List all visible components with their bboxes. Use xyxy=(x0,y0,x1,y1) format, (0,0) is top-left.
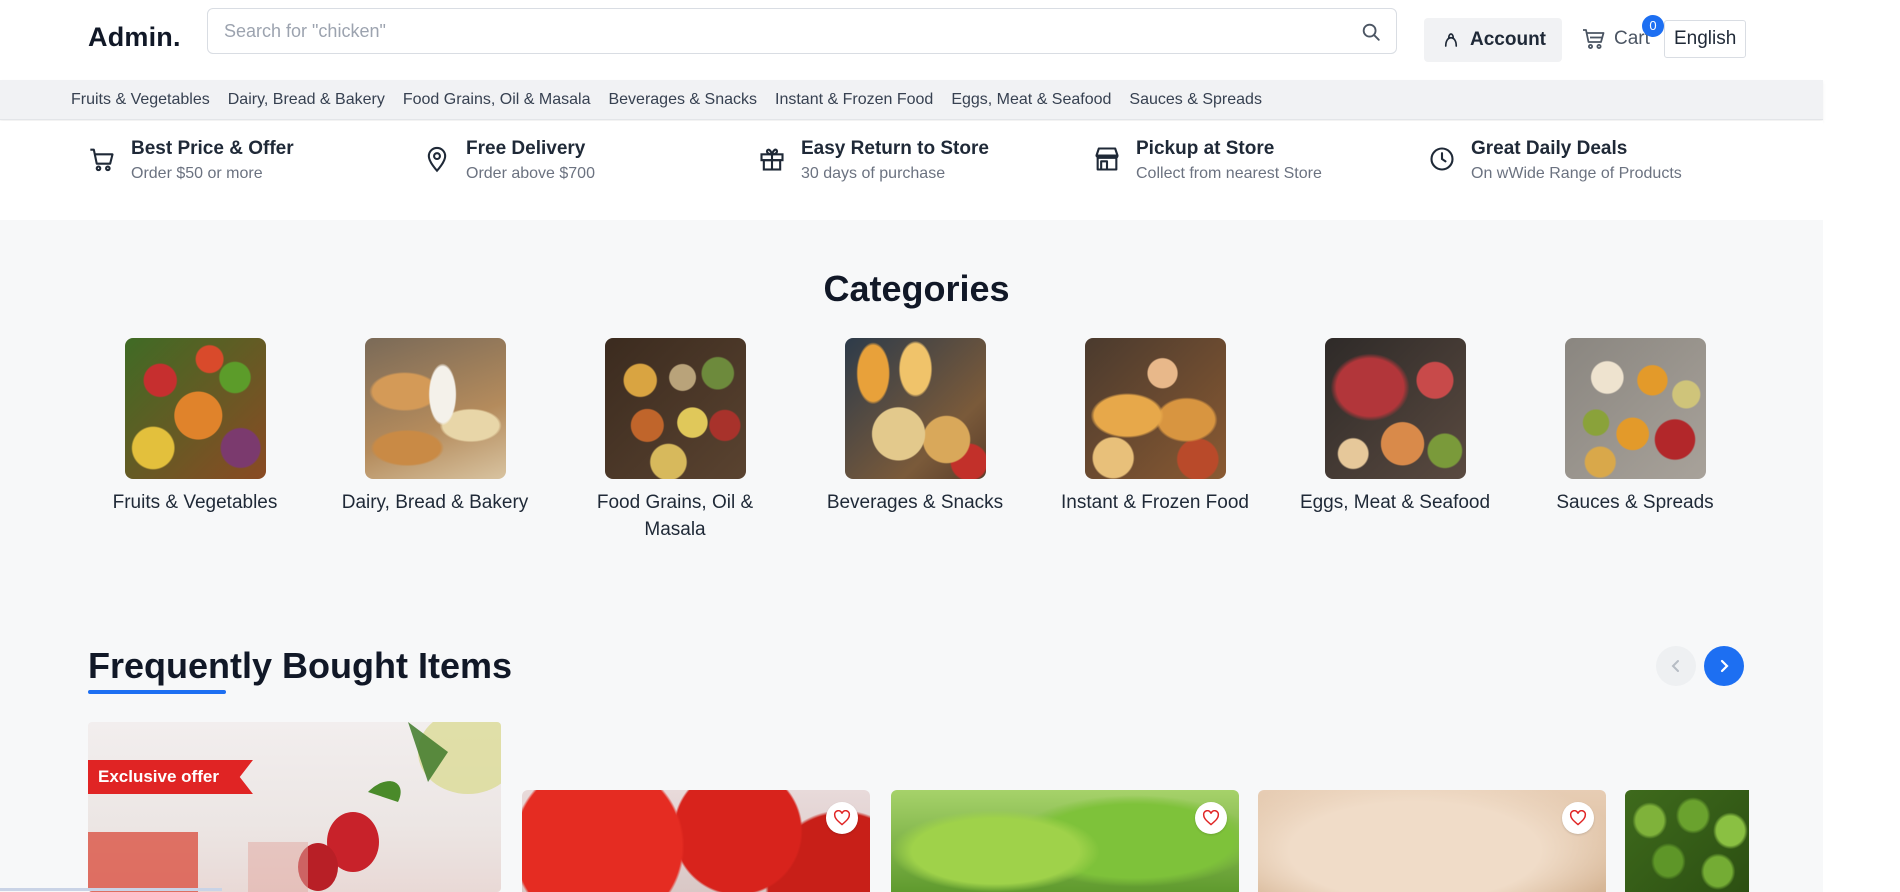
nav-item-food-grains[interactable]: Food Grains, Oil & Masala xyxy=(403,91,591,109)
feature-title: Easy Return to Store xyxy=(801,138,989,159)
heading-underline xyxy=(88,690,226,694)
feature-subtitle: On wWide Range of Products xyxy=(1471,165,1682,182)
carousel-prev-button[interactable] xyxy=(1656,646,1696,686)
nav-item-instant-frozen[interactable]: Instant & Frozen Food xyxy=(775,91,933,109)
site-header: Admin. Account Cart 0 English xyxy=(0,0,1823,80)
nav-item-fruits-vegetables[interactable]: Fruits & Vegetables xyxy=(71,91,210,109)
carousel-next-button[interactable] xyxy=(1704,646,1744,686)
heart-icon xyxy=(1202,810,1220,826)
category-label: Beverages & Snacks xyxy=(826,492,1004,513)
category-card-instant-frozen[interactable]: Instant & Frozen Food xyxy=(1050,338,1260,516)
features-bar: Best Price & Offer Order $50 or more Fre… xyxy=(0,121,1823,220)
category-label: Dairy, Bread & Bakery xyxy=(341,492,529,513)
search-icon[interactable] xyxy=(1360,21,1382,43)
user-icon xyxy=(1444,33,1458,47)
lettuce-image xyxy=(891,790,1239,892)
product-card[interactable] xyxy=(522,790,870,892)
chevron-right-icon xyxy=(1720,659,1729,673)
cart-button[interactable]: Cart 0 xyxy=(1582,15,1664,54)
feature-title: Great Daily Deals xyxy=(1471,138,1628,159)
category-card-food-grains[interactable]: Food Grains, Oil & Masala xyxy=(570,338,780,543)
wishlist-button[interactable] xyxy=(1562,802,1594,834)
chevron-left-icon xyxy=(1671,660,1679,672)
category-label: Sauces & Spreads xyxy=(1556,492,1714,513)
exclusive-offer-badge: Exclusive offer xyxy=(88,760,253,794)
nav-item-eggs-meat-seafood[interactable]: Eggs, Meat & Seafood xyxy=(951,91,1111,109)
feature-subtitle: Order above $700 xyxy=(466,165,595,182)
feature-subtitle: Order $50 or more xyxy=(131,165,263,182)
feature-easy-return: Easy Return to Store 30 days of purchase xyxy=(758,137,989,187)
instant-frozen-food-image xyxy=(1084,338,1226,479)
nav-item-dairy-bread-bakery[interactable]: Dairy, Bread & Bakery xyxy=(228,91,385,109)
strawberry-drink-image xyxy=(88,722,501,892)
category-nav: Fruits & Vegetables Dairy, Bread & Baker… xyxy=(0,80,1823,120)
clock-icon xyxy=(1430,147,1454,171)
category-card-eggs-meat-seafood[interactable]: Eggs, Meat & Seafood xyxy=(1290,338,1500,516)
search-bar xyxy=(207,8,1397,54)
heart-icon xyxy=(1569,810,1587,826)
feature-best-price: Best Price & Offer Order $50 or more xyxy=(88,137,294,187)
product-card[interactable] xyxy=(891,790,1239,892)
feature-subtitle: 30 days of purchase xyxy=(801,165,946,182)
categories-heading: Categories xyxy=(823,268,1010,309)
feature-subtitle: Collect from nearest Store xyxy=(1136,165,1322,182)
category-label: Fruits & Vegetables xyxy=(112,492,278,513)
nav-item-beverages-snacks[interactable]: Beverages & Snacks xyxy=(608,91,757,109)
language-selector[interactable]: English xyxy=(1664,20,1747,58)
exclusive-offer-banner[interactable]: Exclusive offer xyxy=(88,722,501,892)
product-card[interactable] xyxy=(1625,790,1749,892)
wishlist-button[interactable] xyxy=(826,802,858,834)
feature-title: Best Price & Offer xyxy=(131,138,294,159)
location-pin-icon xyxy=(427,146,447,173)
category-card-beverages-snacks[interactable]: Beverages & Snacks xyxy=(810,338,1020,516)
account-label: Account xyxy=(1470,29,1546,50)
tomatoes-image xyxy=(522,790,870,892)
category-label: Instant & Frozen Food xyxy=(1061,492,1249,513)
feature-title: Pickup at Store xyxy=(1136,138,1275,159)
cart-icon xyxy=(1583,29,1605,49)
category-card-fruits-vegetables[interactable]: Fruits & Vegetables xyxy=(90,338,300,516)
category-label: Eggs, Meat & Seafood xyxy=(1299,492,1491,513)
fruits-vegetables-image xyxy=(124,338,266,479)
wishlist-button[interactable] xyxy=(1195,802,1227,834)
sauces-spreads-image xyxy=(1564,338,1706,479)
category-card-sauces-spreads[interactable]: Sauces & Spreads xyxy=(1530,338,1740,516)
category-label: Food Grains, Oil & Masala xyxy=(596,492,754,540)
site-logo[interactable]: Admin. xyxy=(88,22,181,53)
store-icon xyxy=(1095,147,1119,171)
feature-free-delivery: Free Delivery Order above $700 xyxy=(423,137,595,187)
food-grains-oil-masala-image xyxy=(604,338,746,479)
main-content: Categories Fruits & Vegetables Dairy, Br… xyxy=(0,220,1823,892)
dairy-bread-bakery-image xyxy=(364,338,506,479)
cart-icon xyxy=(90,148,114,172)
flour-image xyxy=(1258,790,1606,892)
feature-title: Free Delivery xyxy=(466,138,586,159)
green-olives-image xyxy=(1625,790,1749,892)
horizontal-scrollbar[interactable] xyxy=(0,888,222,891)
search-input[interactable] xyxy=(224,9,1344,53)
beverages-snacks-image xyxy=(844,338,986,479)
category-card-dairy-bread-bakery[interactable]: Dairy, Bread & Bakery xyxy=(330,338,540,516)
nav-item-sauces-spreads[interactable]: Sauces & Spreads xyxy=(1129,91,1262,109)
product-card[interactable] xyxy=(1258,790,1606,892)
feature-daily-deals: Great Daily Deals On wWide Range of Prod… xyxy=(1428,137,1682,187)
cart-count-badge: 0 xyxy=(1642,15,1664,37)
feature-pickup-store: Pickup at Store Collect from nearest Sto… xyxy=(1093,137,1322,187)
frequently-bought-heading: Frequently Bought Items xyxy=(88,645,513,686)
account-button[interactable]: Account xyxy=(1424,18,1562,62)
gift-icon xyxy=(760,148,784,171)
eggs-meat-seafood-image xyxy=(1324,338,1466,479)
heart-icon xyxy=(833,810,851,826)
